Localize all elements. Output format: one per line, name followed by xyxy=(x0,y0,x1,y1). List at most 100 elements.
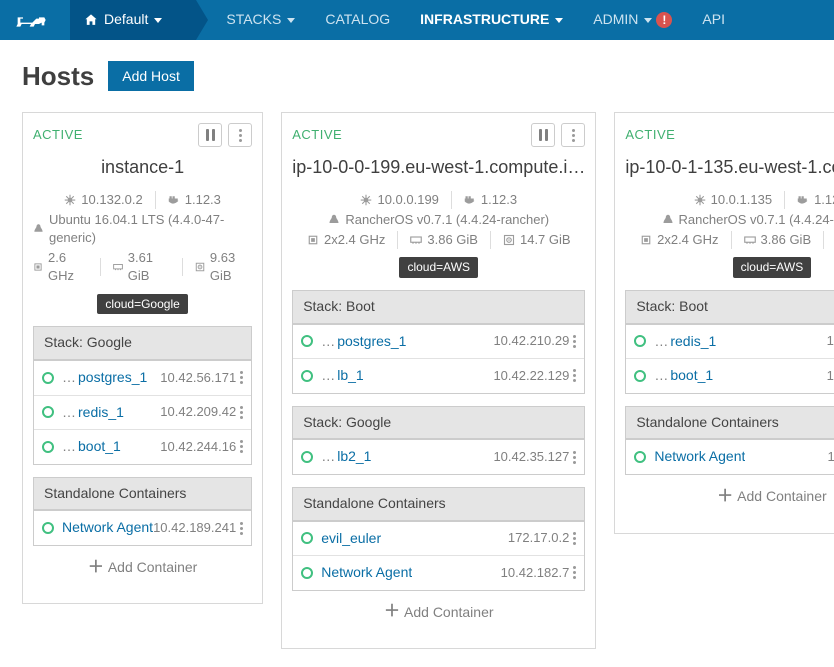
nav-item-label: CATALOG xyxy=(325,10,390,30)
status-dot xyxy=(42,522,54,534)
host-name: ip-10-0-1-135.eu-west-1.compute.i… xyxy=(625,155,834,180)
top-nav: Default STACKS CATALOG INFRASTRUCTURE ADMIN… xyxy=(0,0,834,40)
chevron-down-icon xyxy=(154,18,162,23)
name-prefix: … xyxy=(62,437,76,457)
pause-button[interactable] xyxy=(531,123,555,147)
status-dot xyxy=(301,567,313,579)
more-menu-icon[interactable] xyxy=(573,531,576,546)
nav-item-label: INFRASTRUCTURE xyxy=(420,10,549,30)
container-link[interactable]: redis_1 xyxy=(670,332,716,352)
host-os: Ubuntu 16.04.1 LTS (4.4.0-47-generic) xyxy=(33,211,252,247)
nav-item-admin[interactable]: ADMIN! xyxy=(593,10,672,30)
host-grid: ACTIVEinstance-110.132.0.21.12.3Ubuntu 1… xyxy=(22,112,812,649)
name-prefix: … xyxy=(321,332,335,352)
add-container-button[interactable]: ＋Add Container xyxy=(33,546,252,590)
host-label-badge: cloud=AWS xyxy=(399,257,478,278)
container-link[interactable]: postgres_1 xyxy=(78,368,147,388)
container-row: …redis_110.42.209.42 xyxy=(34,395,251,430)
container-ip: 10.42.209.42 xyxy=(160,403,236,421)
nav-item-catalog[interactable]: CATALOG xyxy=(325,10,390,30)
host-label-badge: cloud=Google xyxy=(97,294,187,315)
container-ip: 10.42.182.7 xyxy=(501,564,570,582)
status-dot xyxy=(301,370,313,382)
name-prefix: … xyxy=(321,366,335,386)
alert-icon: ! xyxy=(656,12,672,28)
brand-logo[interactable] xyxy=(0,0,70,40)
page-title: Hosts xyxy=(22,58,94,94)
more-menu-icon[interactable] xyxy=(573,450,576,465)
more-menu-icon[interactable] xyxy=(240,405,243,420)
container-link[interactable]: boot_1 xyxy=(670,366,713,386)
pause-icon xyxy=(206,129,215,141)
more-menu-icon[interactable] xyxy=(573,334,576,349)
container-link[interactable]: evil_euler xyxy=(321,529,381,549)
host-ip: 10.0.1.135 xyxy=(694,191,772,209)
chevron-down-icon xyxy=(644,18,652,23)
home-icon xyxy=(84,13,98,27)
status-dot xyxy=(634,335,646,347)
standalone-header: Standalone Containers xyxy=(292,487,585,520)
nav-item-infrastructure[interactable]: INFRASTRUCTURE xyxy=(420,10,563,30)
host-card: ACTIVEip-10-0-1-135.eu-west-1.compute.i…… xyxy=(614,112,834,533)
container-ip: 10.42.189.241 xyxy=(153,519,236,537)
container-link[interactable]: lb2_1 xyxy=(337,447,371,467)
docker-version: 1.12.3 xyxy=(168,191,221,209)
container-link[interactable]: redis_1 xyxy=(78,403,124,423)
stack-header[interactable]: Stack: Boot xyxy=(292,290,585,323)
more-menu-icon xyxy=(572,128,575,143)
status-dot xyxy=(301,335,313,347)
host-menu-button[interactable] xyxy=(561,123,585,147)
name-prefix: … xyxy=(654,366,668,386)
stack-header[interactable]: Stack: Google xyxy=(33,326,252,359)
container-link[interactable]: Network Agent xyxy=(321,563,412,583)
chevron-down-icon xyxy=(555,18,563,23)
host-ram: 3.86 GiB xyxy=(744,231,812,249)
standalone-section: Standalone Containersevil_euler172.17.0.… xyxy=(292,487,585,591)
nav-item-label: STACKS xyxy=(226,10,281,30)
container-link[interactable]: Network Agent xyxy=(62,518,153,538)
more-menu-icon[interactable] xyxy=(240,521,243,536)
nav-item-stacks[interactable]: STACKS xyxy=(226,10,295,30)
host-status: ACTIVE xyxy=(33,126,83,144)
container-row: …boot_110.42.244.16 xyxy=(34,429,251,464)
add-container-button[interactable]: ＋Add Container xyxy=(625,475,834,519)
container-row: evil_euler172.17.0.2 xyxy=(293,521,584,556)
status-dot xyxy=(634,370,646,382)
more-menu-icon[interactable] xyxy=(240,439,243,454)
container-ip: 10.42.156.14 xyxy=(827,367,834,385)
host-os: RancherOS v0.7.1 (4.4.24-rancher) xyxy=(662,211,834,229)
stack-section: Stack: Boot…postgres_110.42.210.29…lb_11… xyxy=(292,290,585,394)
container-row: …redis_110.42.217.68 xyxy=(626,324,834,359)
host-card: ACTIVEinstance-110.132.0.21.12.3Ubuntu 1… xyxy=(22,112,263,604)
add-container-button[interactable]: ＋Add Container xyxy=(292,591,585,635)
more-menu-icon[interactable] xyxy=(573,368,576,383)
host-ram: 3.86 GiB xyxy=(410,231,478,249)
container-link[interactable]: Network Agent xyxy=(654,447,745,467)
environment-switcher[interactable]: Default xyxy=(70,0,196,40)
nav-item-api[interactable]: API xyxy=(702,10,725,30)
stack-header[interactable]: Stack: Google xyxy=(292,406,585,439)
add-container-label: Add Container xyxy=(108,558,198,578)
host-cpu: 2x2.4 GHz xyxy=(640,231,718,249)
container-link[interactable]: boot_1 xyxy=(78,437,121,457)
standalone-header: Standalone Containers xyxy=(625,406,834,439)
pause-button[interactable] xyxy=(198,123,222,147)
host-menu-button[interactable] xyxy=(228,123,252,147)
more-menu-icon[interactable] xyxy=(240,370,243,385)
container-link[interactable]: postgres_1 xyxy=(337,332,406,352)
container-row: …lb_110.42.22.129 xyxy=(293,358,584,393)
chevron-down-icon xyxy=(287,18,295,23)
pause-icon xyxy=(539,129,548,141)
container-row: …boot_1 10.42.156.14 xyxy=(626,358,834,393)
more-menu-icon[interactable] xyxy=(573,565,576,580)
name-prefix: … xyxy=(654,332,668,352)
host-name: ip-10-0-0-199.eu-west-1.compute.i… xyxy=(292,155,585,180)
add-host-button[interactable]: Add Host xyxy=(108,61,194,91)
container-link[interactable]: lb_1 xyxy=(337,366,363,386)
host-name: instance-1 xyxy=(33,155,252,180)
host-card: ACTIVEip-10-0-0-199.eu-west-1.compute.i…… xyxy=(281,112,596,649)
host-ram: 3.61 GiB xyxy=(113,249,170,285)
nav-item-label: ADMIN xyxy=(593,10,638,30)
name-prefix: … xyxy=(321,447,335,467)
stack-header[interactable]: Stack: Boot xyxy=(625,290,834,323)
